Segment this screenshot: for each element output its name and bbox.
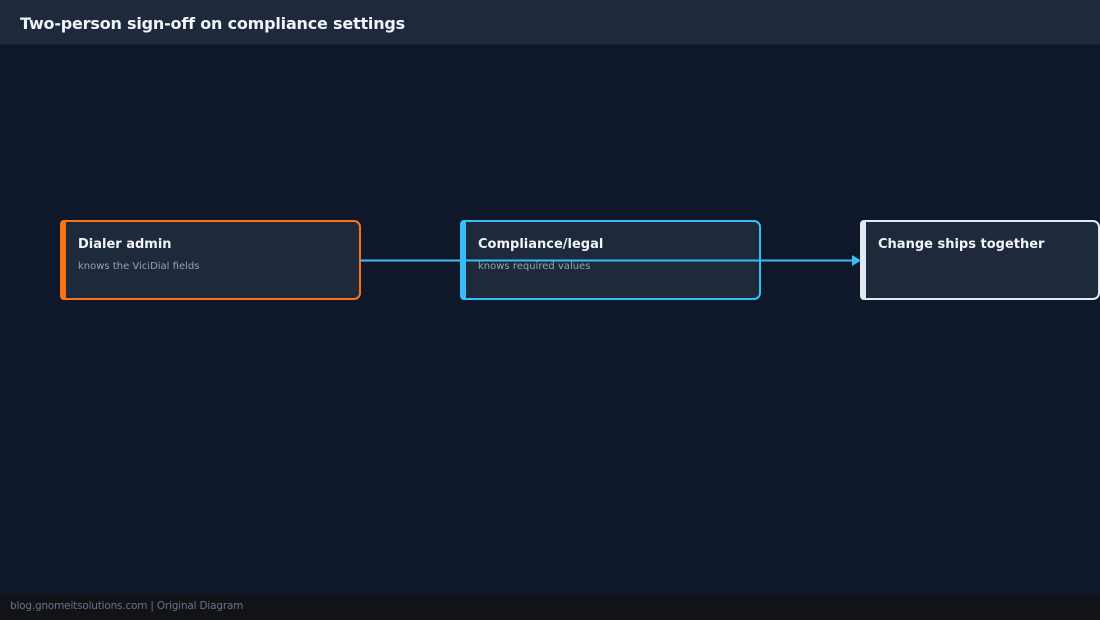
node-title: Change ships together [878, 237, 1045, 252]
diagram-canvas: Dialer admin knows the ViciDial fields C… [0, 45, 1100, 594]
node-title: Compliance/legal [478, 237, 604, 252]
node-subtitle: knows the ViciDial fields [78, 261, 200, 272]
node-dialer-admin: Dialer admin knows the ViciDial fields [60, 220, 361, 300]
node-change-ships-together: Change ships together [860, 220, 1100, 300]
page-title: Two-person sign-off on compliance settin… [20, 14, 405, 33]
footer-bar: blog.gnomeitsolutions.com | Original Dia… [0, 594, 1100, 620]
node-compliance-legal: Compliance/legal knows required values [460, 220, 761, 300]
footer-credit: blog.gnomeitsolutions.com | Original Dia… [10, 600, 244, 612]
node-title: Dialer admin [78, 237, 172, 252]
node-subtitle: knows required values [478, 261, 591, 272]
header-bar: Two-person sign-off on compliance settin… [0, 0, 1100, 45]
connector-layer [360, 255, 861, 266]
